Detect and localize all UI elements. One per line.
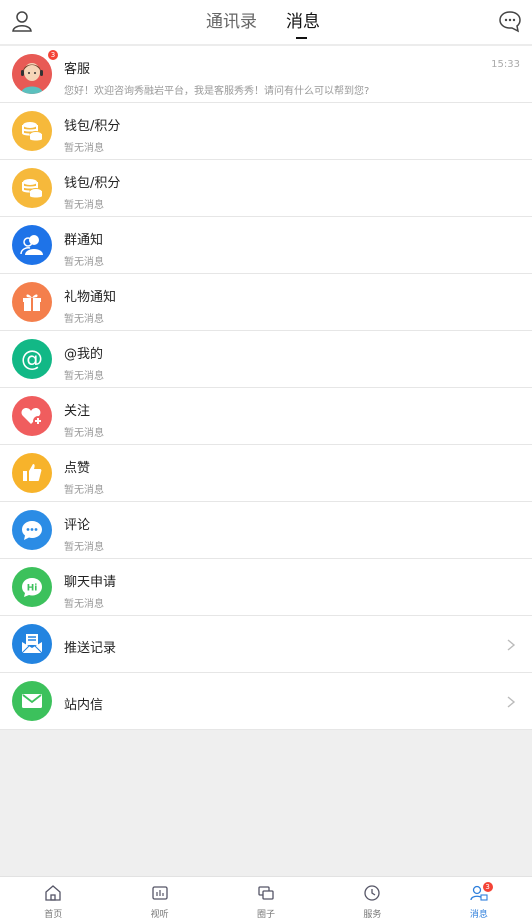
- item-title: 点赞: [64, 461, 91, 476]
- at-icon: @: [12, 339, 52, 379]
- tab-label: 服务: [363, 910, 382, 920]
- tab-label: 首页: [44, 910, 63, 920]
- item-title: 聊天申请: [64, 575, 117, 590]
- list-item-gift-notice[interactable]: 礼物通知 暂无消息: [0, 274, 532, 331]
- bottom-tab-bar: 首页 视听 圈子 服务 3 消息: [0, 876, 532, 923]
- item-title: 钱包/积分: [64, 176, 121, 191]
- list-item-customer-service[interactable]: 3 客服 15:33 您好！欢迎咨询秀融岩平台，我是客服秀秀！请问有什么可以帮到…: [0, 46, 532, 103]
- item-preview: 暂无消息: [64, 371, 104, 382]
- list-item-follow[interactable]: 关注 暂无消息: [0, 388, 532, 445]
- item-title: 群通知: [64, 233, 104, 248]
- item-preview: 暂无消息: [64, 485, 104, 496]
- unread-badge: 3: [48, 50, 58, 60]
- item-title: @我的: [64, 347, 104, 362]
- active-tab-indicator: [296, 37, 307, 39]
- item-title: 站内信: [64, 698, 104, 713]
- item-time: 15:33: [491, 59, 520, 70]
- chevron-right-icon: [507, 639, 516, 651]
- list-item-likes[interactable]: 点赞 暂无消息: [0, 445, 532, 502]
- list-item-mentions[interactable]: @ @我的 暂无消息: [0, 331, 532, 388]
- home-icon: [45, 885, 61, 901]
- item-preview: 暂无消息: [64, 542, 104, 553]
- tab-messages-bottom[interactable]: 3 消息: [426, 877, 532, 923]
- coins-icon: [12, 168, 52, 208]
- item-preview: 暂无消息: [64, 428, 104, 439]
- message-list: 3 客服 15:33 您好！欢迎咨询秀融岩平台，我是客服秀秀！请问有什么可以帮到…: [0, 46, 532, 730]
- tab-service[interactable]: 服务: [319, 877, 425, 923]
- item-preview: 暂无消息: [64, 143, 104, 154]
- gift-icon: [12, 282, 52, 322]
- tab-circle[interactable]: 圈子: [213, 877, 319, 923]
- chat-bubble-icon[interactable]: [498, 9, 522, 33]
- clock-icon: [364, 885, 381, 901]
- video-icon: [151, 886, 168, 900]
- unread-badge: 3: [482, 882, 493, 892]
- item-preview: 暂无消息: [64, 200, 104, 211]
- list-item-push-record[interactable]: 推送记录: [0, 616, 532, 673]
- tab-messages[interactable]: 消息: [286, 10, 320, 34]
- comment-icon: [12, 510, 52, 550]
- mail-icon: [12, 681, 52, 721]
- tab-video[interactable]: 视听: [106, 877, 212, 923]
- list-item-chat-request[interactable]: Hi 聊天申请 暂无消息: [0, 559, 532, 616]
- coins-icon: [12, 111, 52, 151]
- tab-label: 消息: [469, 910, 488, 920]
- item-title: 评论: [64, 518, 91, 533]
- item-title: 推送记录: [64, 641, 117, 656]
- item-title: 关注: [64, 404, 91, 419]
- user-profile-icon[interactable]: [10, 9, 34, 33]
- item-title: 礼物通知: [64, 290, 117, 305]
- svg-text:@: @: [21, 347, 43, 372]
- item-preview: 暂无消息: [64, 314, 104, 325]
- customer-service-avatar: [12, 54, 52, 94]
- chevron-right-icon: [507, 696, 516, 708]
- group-icon: [12, 225, 52, 265]
- tab-label: 圈子: [257, 910, 276, 920]
- hi-chat-icon: Hi: [12, 567, 52, 607]
- list-item-comments[interactable]: 评论 暂无消息: [0, 502, 532, 559]
- heart-plus-icon: [12, 396, 52, 436]
- circle-icon: [258, 886, 274, 900]
- tab-contacts[interactable]: 通讯录: [206, 10, 257, 34]
- thumbs-up-icon: [12, 453, 52, 493]
- list-item-group-notice[interactable]: 群通知 暂无消息: [0, 217, 532, 274]
- tab-home[interactable]: 首页: [0, 877, 106, 923]
- list-item-wallet[interactable]: 钱包/积分 暂无消息: [0, 103, 532, 160]
- item-title: 钱包/积分: [64, 119, 121, 134]
- list-item-site-mail[interactable]: 站内信: [0, 673, 532, 730]
- svg-text:Hi: Hi: [27, 584, 38, 594]
- item-preview: 您好！欢迎咨询秀融岩平台，我是客服秀秀！请问有什么可以帮到您?: [64, 86, 370, 97]
- item-preview: 暂无消息: [64, 599, 104, 610]
- item-title: 客服: [64, 62, 91, 77]
- list-item-wallet[interactable]: 钱包/积分 暂无消息: [0, 160, 532, 217]
- item-preview: 暂无消息: [64, 257, 104, 268]
- top-bar: 通讯录 消息: [0, 0, 532, 44]
- tab-label: 视听: [150, 910, 169, 920]
- push-record-icon: [12, 624, 52, 664]
